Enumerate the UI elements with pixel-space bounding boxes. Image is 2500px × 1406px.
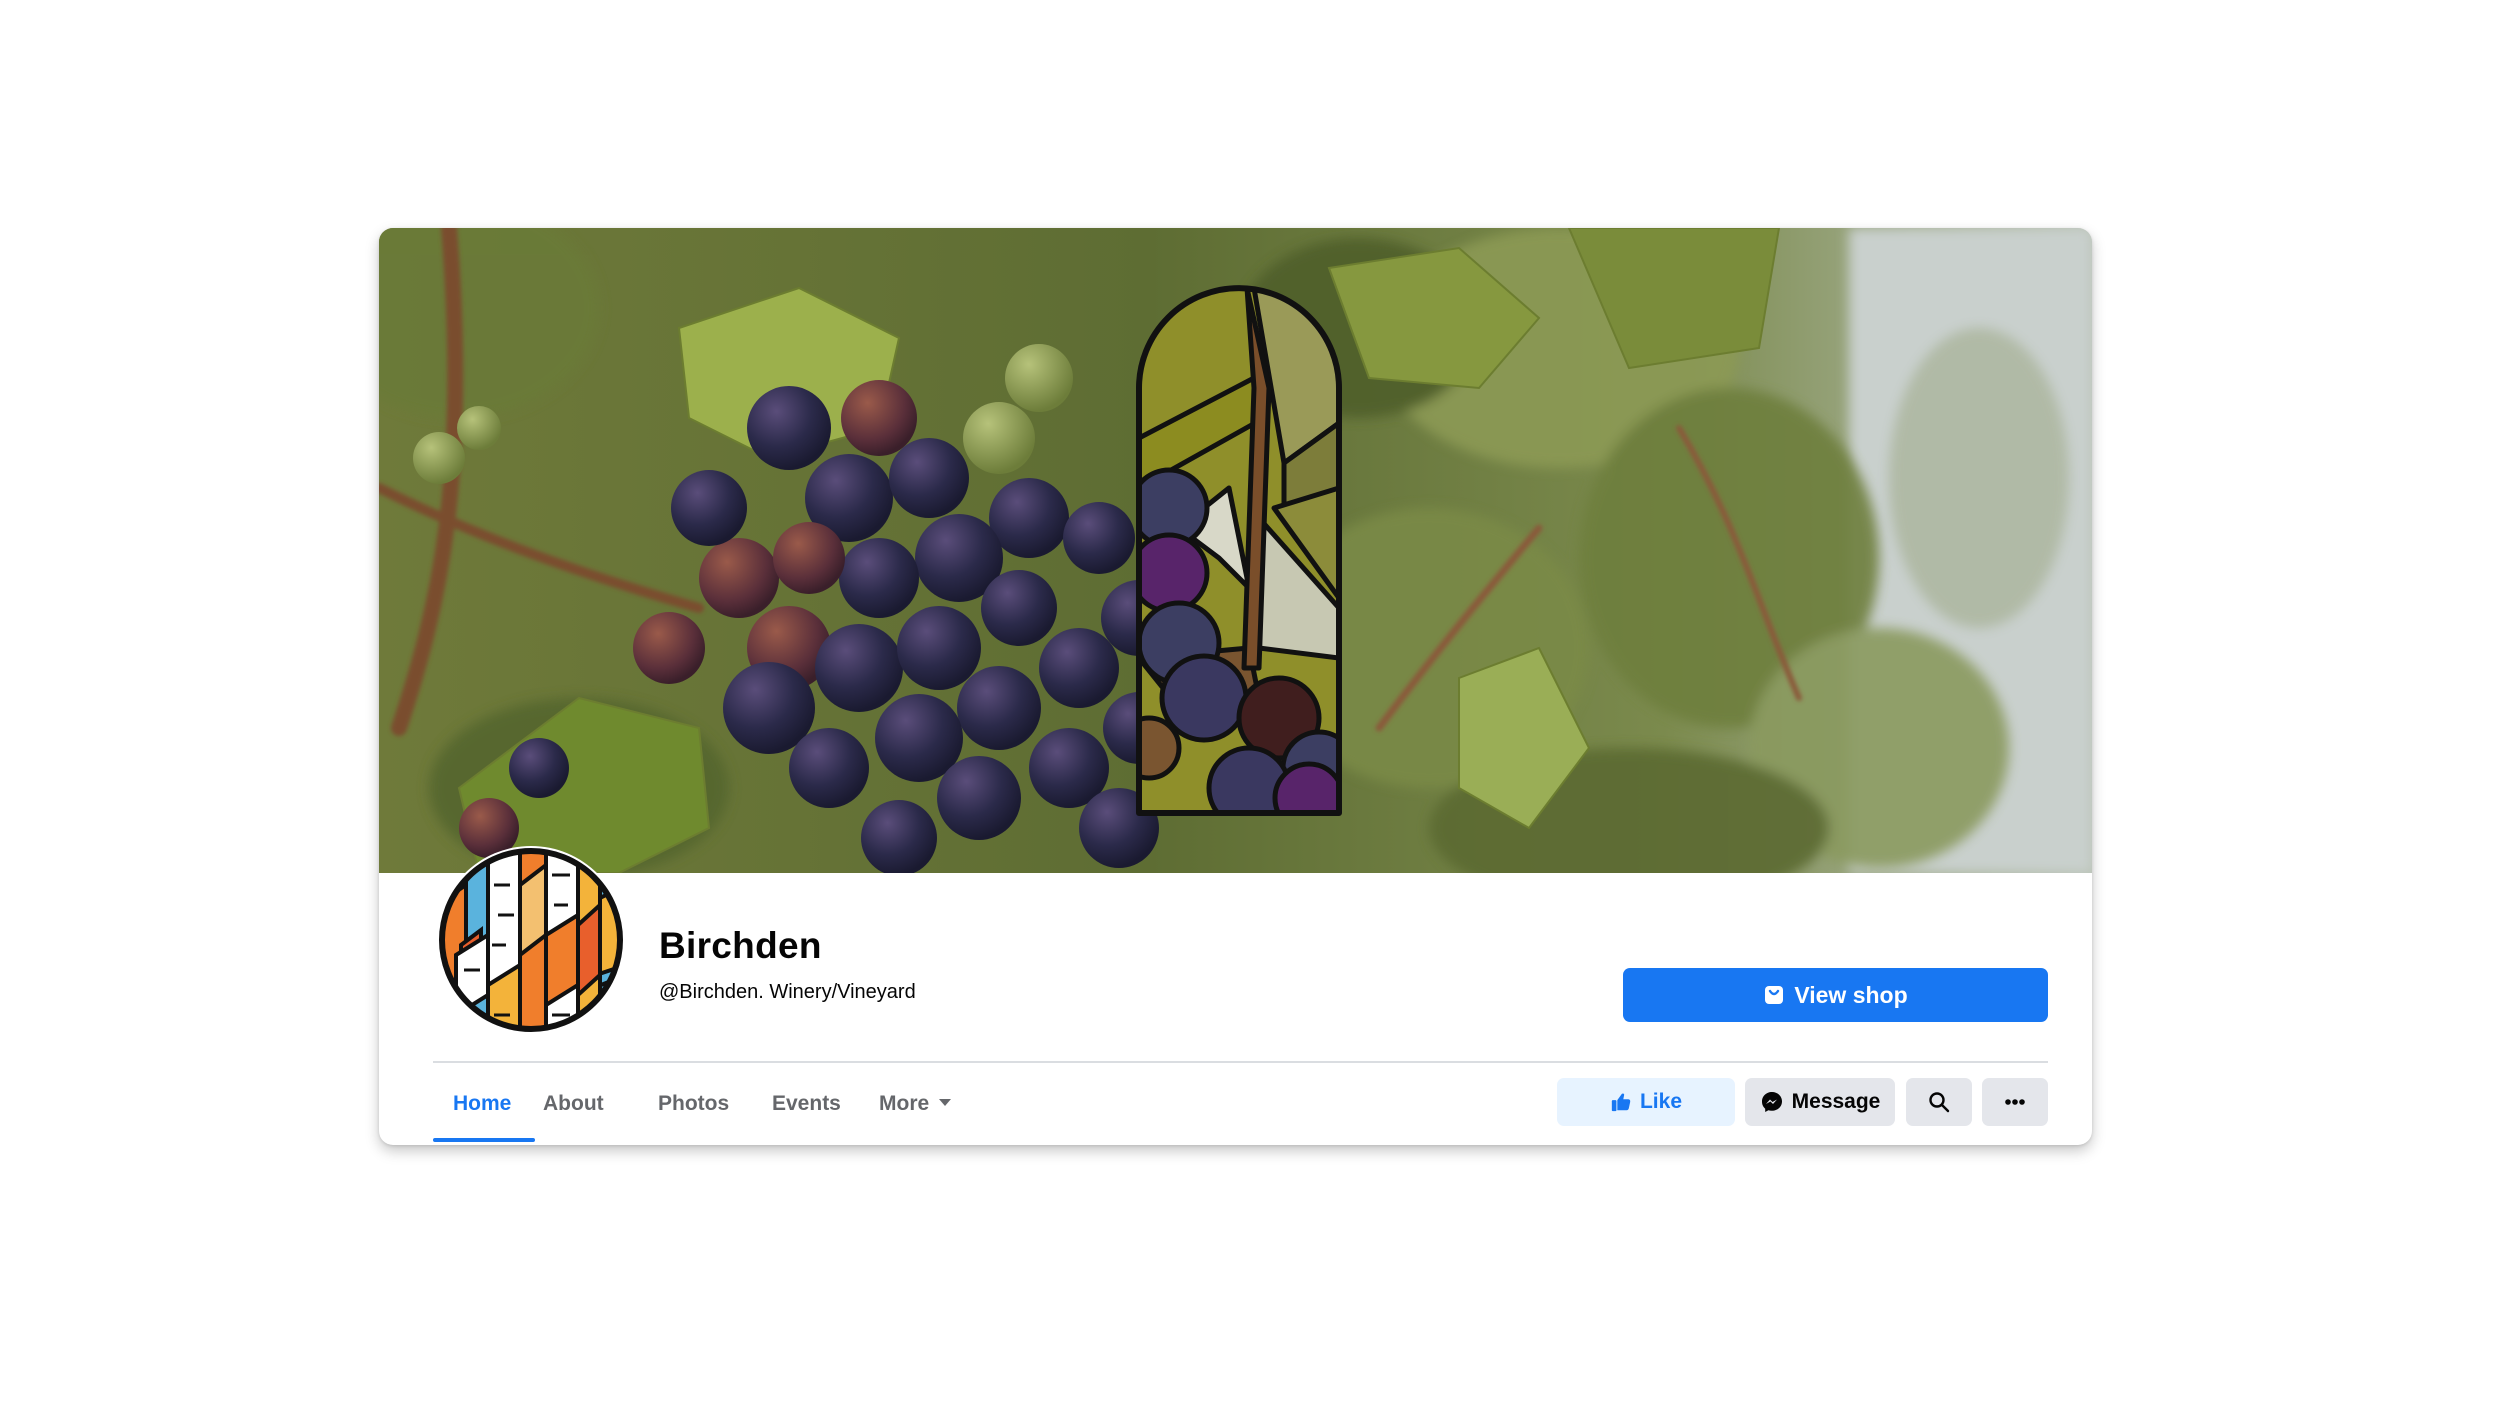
search-button[interactable] [1906,1078,1972,1126]
profile-avatar[interactable] [436,845,626,1035]
like-button[interactable]: Like [1557,1078,1735,1126]
thumbs-up-icon [1611,1093,1631,1112]
search-icon [1929,1092,1950,1113]
caret-down-icon [939,1098,952,1106]
page-header-card: Birchden @Birchden. Winery/Vineyard View… [379,228,2092,1145]
message-button[interactable]: Message [1745,1078,1895,1126]
view-shop-label: View shop [1794,981,1908,1008]
like-label: Like [1639,1090,1683,1113]
cover-photo[interactable] [379,228,2092,873]
shop-bag-icon [1765,986,1784,1004]
messenger-icon [1761,1092,1782,1112]
tab-more-label: More [879,1092,930,1115]
header-divider [433,1061,2048,1063]
tab-photos[interactable]: Photos [658,1092,729,1116]
page-handle-category: @Birchden. Winery/Vineyard [659,981,916,1003]
message-label: Message [1791,1090,1881,1113]
more-options-button[interactable] [1982,1078,2048,1126]
page-title: Birchden [659,925,822,966]
tab-about[interactable]: About [543,1092,604,1116]
tab-home[interactable]: Home [453,1092,511,1116]
tab-events[interactable]: Events [772,1092,841,1116]
view-shop-button[interactable]: View shop [1623,968,2048,1022]
stained-glass-grape-emblem [1136,285,1342,816]
tab-more[interactable]: More [879,1092,952,1116]
more-dots-icon [2005,1099,2025,1105]
active-tab-indicator [433,1138,535,1142]
